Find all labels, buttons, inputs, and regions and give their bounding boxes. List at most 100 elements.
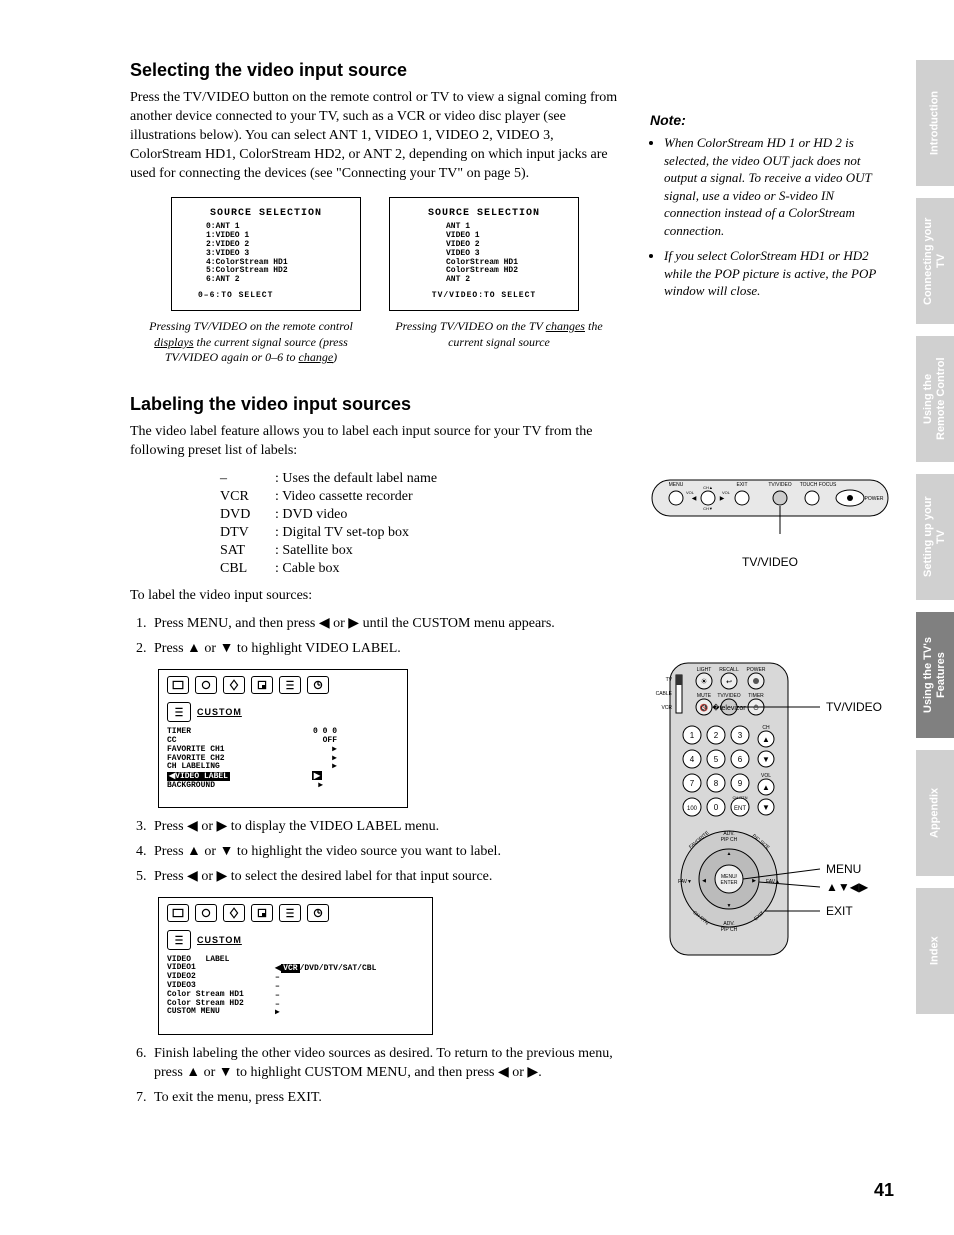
svg-text:VOL: VOL [686,490,695,495]
heading-selecting: Selecting the video input source [130,60,620,81]
svg-text:VCR: VCR [661,705,672,711]
page-number: 41 [874,1180,894,1201]
step-7: To exit the menu, press EXIT. [150,1089,620,1108]
menu-icon-6 [307,676,329,694]
svg-text:TV: TV [666,677,673,683]
callout-menu: MENU [826,862,861,876]
tab-introduction[interactable]: Introduction [916,60,954,186]
main-column: Selecting the video input source Press t… [130,60,620,1118]
para-labeling: The video label feature allows you to la… [130,423,620,461]
caption-tv: Pressing TV/VIDEO on the TV changes the … [389,319,609,366]
step-3: Press ◀ or ▶ to display the VIDEO LABEL … [150,818,620,837]
svg-text:▼: ▼ [762,803,770,812]
svg-text:CH RTN: CH RTN [732,795,747,800]
svg-text:EXIT: EXIT [736,482,747,488]
svg-text:TIMER: TIMER [748,693,764,699]
menu-icon-6b [307,904,329,922]
svg-text:FAV▼: FAV▼ [678,879,692,885]
tab-connecting[interactable]: Connecting your TV [916,198,954,324]
menu-icon-4b [251,904,273,922]
svg-text:▶: ▶ [752,878,756,884]
caption-remote: Pressing TV/VIDEO on the remote control … [141,319,361,366]
svg-text:↩: ↩ [726,679,732,686]
menu2-body: VIDEO LABEL VIDEO1 VIDEO2 VIDEO3 Color S… [167,956,424,1019]
svg-text:☀: ☀ [700,677,707,686]
svg-text:2: 2 [714,731,719,740]
menu-icon-5 [279,676,301,694]
panel-caption: TV/VIDEO [650,555,890,569]
menu-icon-4 [251,676,273,694]
svg-text:▼: ▼ [727,903,732,909]
custom-icon-2 [167,930,191,950]
svg-text:▲: ▲ [727,851,732,857]
svg-text:◀: ◀ [692,496,697,502]
svg-text:CH: CH [762,725,770,731]
menu1-body: TIMER CC FAVORITE CH1 FAVORITE CH2 CH LA… [167,728,399,791]
osd-tv: SOURCE SELECTION ANT 1 VIDEO 1 VIDEO 2 V… [389,197,579,311]
menu-tab-icons-2 [167,904,424,922]
steps-lead: To label the video input sources: [130,587,620,606]
svg-text:🔇: 🔇 [700,703,709,712]
steps-list: Press MENU, and then press ◀ or ▶ until … [150,615,620,659]
menu-icon-1 [167,676,189,694]
note-item-2: If you select ColorStream HD1 or HD2 whi… [664,247,890,300]
svg-text:POWER: POWER [747,667,766,673]
svg-text:▼: ▼ [762,755,770,764]
svg-text:LIGHT: LIGHT [697,667,712,673]
callout-exit: EXIT [826,904,853,918]
svg-text:1: 1 [690,731,695,740]
svg-text:4: 4 [690,755,695,764]
tab-features[interactable]: Using the TV's Features [916,612,954,738]
tv-panel-svg: MENU ◀VOL CH▲CH▼ ▶VOL EXIT TV/VIDEO TOUC… [650,460,890,550]
right-column: Note: When ColorStream HD 1 or HD 2 is s… [650,60,890,959]
osd-remote-list: 0:ANT 1 1:VIDEO 1 2:VIDEO 2 3:VIDEO 3 4:… [206,223,344,285]
svg-text:RECALL: RECALL [719,667,739,673]
osd-remote-foot: 0–6:TO SELECT [198,291,344,300]
svg-text:0: 0 [714,803,719,812]
side-tabs: Introduction Connecting your TV Using th… [916,60,954,1014]
svg-text:7: 7 [690,779,695,788]
step-6: Finish labeling the other video sources … [150,1045,620,1083]
note-item-1: When ColorStream HD 1 or HD 2 is selecte… [664,134,890,239]
menu-icon-3 [223,676,245,694]
svg-text:▲: ▲ [762,783,770,792]
tv-panel-diagram: MENU ◀VOL CH▲CH▼ ▶VOL EXIT TV/VIDEO TOUC… [650,460,890,569]
note-block: Note: When ColorStream HD 1 or HD 2 is s… [650,112,890,300]
svg-text:CH▲: CH▲ [703,485,713,490]
svg-text:5: 5 [714,755,719,764]
svg-text:3: 3 [738,731,743,740]
svg-text:PIP CH: PIP CH [721,837,738,843]
svg-text:▲: ▲ [762,735,770,744]
step-5: Press ◀ or ▶ to select the desired label… [150,868,620,887]
callout-arrows: ▲▼◀▶ [826,880,869,894]
tab-index[interactable]: Index [916,888,954,1014]
svg-text:6: 6 [738,755,743,764]
preset-label-list: –: Uses the default label name VCR: Vide… [220,471,620,577]
custom-label-2: CUSTOM [197,935,242,945]
svg-text:CABLE: CABLE [656,691,673,697]
steps-list-3: Finish labeling the other video sources … [150,1045,620,1108]
svg-text:FAV▲: FAV▲ [766,879,780,885]
svg-text:VOL: VOL [722,490,731,495]
step-1: Press MENU, and then press ◀ or ▶ until … [150,615,620,634]
tab-remote[interactable]: Using the Remote Control [916,336,954,462]
heading-labeling: Labeling the video input sources [130,394,620,415]
svg-text:CH▼: CH▼ [703,506,713,511]
menu-icon-1b [167,904,189,922]
svg-text:MENU: MENU [669,482,684,488]
menu-icon-5b [279,904,301,922]
step-2: Press ▲ or ▼ to highlight VIDEO LABEL. [150,640,620,659]
tab-setup[interactable]: Setting up your TV [916,474,954,600]
menu-icon-3b [223,904,245,922]
svg-text:TV/VIDEO: TV/VIDEO [717,693,740,699]
step-4: Press ▲ or ▼ to highlight the video sour… [150,843,620,862]
osd-tv-title: SOURCE SELECTION [406,208,562,219]
svg-text:8: 8 [714,779,719,788]
menu-screen-video-label: CUSTOM VIDEO LABEL VIDEO1 VIDEO2 VIDEO3 … [158,897,433,1036]
svg-text:TOUCH FOCUS: TOUCH FOCUS [800,482,837,488]
note-title: Note: [650,112,890,128]
tab-appendix[interactable]: Appendix [916,750,954,876]
remote-svg: LIGHTRECALLPOWER ☀ ↩ MUTETV/VIDEOTIMER 🔇… [650,659,890,959]
osd-tv-foot: TV/VIDEO:TO SELECT [406,291,562,300]
callout-tvvideo: TV/VIDEO [826,700,882,714]
